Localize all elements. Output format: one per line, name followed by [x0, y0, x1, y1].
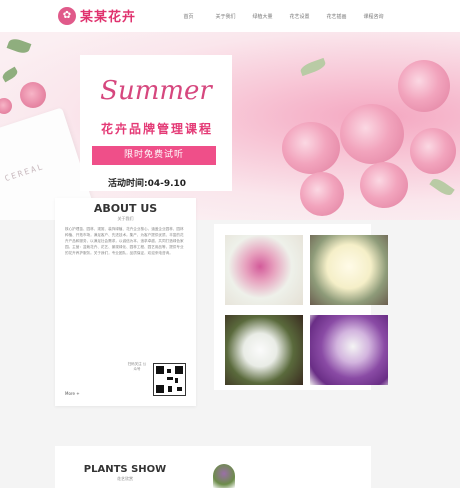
plants-show-title: PLANTS SHOW — [83, 464, 167, 475]
plant-image[interactable] — [213, 464, 235, 488]
nav-item-courses[interactable]: 课程咨询 — [355, 13, 392, 20]
main-nav: 首页 关于我们 绿植大量 花艺设置 花艺插画 课程咨询 — [170, 0, 392, 32]
nav-item-floral-art[interactable]: 花艺插画 — [318, 13, 355, 20]
about-paragraph: 核心护理苗、园林、观赏、装饰绿植、花卉企业核心，涵盖企业园林、园林种植、开拓市场… — [65, 227, 184, 255]
rose-image — [20, 82, 46, 108]
gallery-image-bouquet-white[interactable] — [310, 235, 388, 305]
more-link[interactable]: More + — [65, 391, 80, 396]
hero-banner[interactable]: CEREAL — [0, 32, 460, 220]
leaf-decoration — [299, 57, 327, 77]
rose-image — [0, 98, 12, 114]
course-title: 花卉品牌管理课程 — [100, 122, 213, 136]
peony-image — [360, 162, 408, 208]
event-date: 活动时间:04-9.10 — [108, 179, 187, 189]
nav-item-floral-design[interactable]: 花艺设置 — [281, 13, 318, 20]
site-header: ✿ 某某花卉 首页 关于我们 绿植大量 花艺设置 花艺插画 课程咨询 — [0, 0, 460, 33]
gallery-image-lily[interactable] — [225, 315, 303, 385]
leaf-decoration — [0, 66, 20, 83]
nav-item-home[interactable]: 首页 — [170, 13, 207, 20]
leaf-decoration — [6, 36, 32, 56]
peony-image — [340, 104, 404, 164]
plants-show-subtitle: 花艺欣赏 — [117, 476, 133, 481]
plants-show-section: PLANTS SHOW 花艺欣赏 — [55, 446, 371, 488]
gallery-image-bouquet-pink[interactable] — [225, 235, 303, 305]
gallery-image-bouquet-purple[interactable] — [310, 315, 388, 385]
logo-text: 某某花卉 — [80, 10, 137, 25]
about-section: ABOUT US 关于我们 核心护理苗、园林、观赏、装饰绿植、花卉企业核心，涵盖… — [55, 198, 196, 406]
flower-gallery — [214, 224, 388, 390]
about-subtitle: 关于我们 — [117, 216, 134, 221]
summer-script-title: Summer — [100, 76, 212, 106]
qr-code-icon — [153, 363, 186, 396]
peony-image — [300, 172, 344, 216]
qr-caption: 扫码关注 公众号 — [127, 362, 147, 371]
logo[interactable]: ✿ 某某花卉 — [58, 6, 136, 25]
nav-item-plants[interactable]: 绿植大量 — [244, 13, 281, 20]
peony-image — [398, 60, 450, 112]
about-title: ABOUT US — [93, 202, 158, 215]
leaf-decoration — [429, 176, 455, 198]
peony-image — [282, 122, 340, 174]
peony-image — [410, 128, 456, 174]
free-trial-button[interactable]: 限时免费试听 — [92, 146, 216, 165]
flower-logo-icon: ✿ — [58, 6, 76, 25]
nav-item-about[interactable]: 关于我们 — [207, 13, 244, 20]
